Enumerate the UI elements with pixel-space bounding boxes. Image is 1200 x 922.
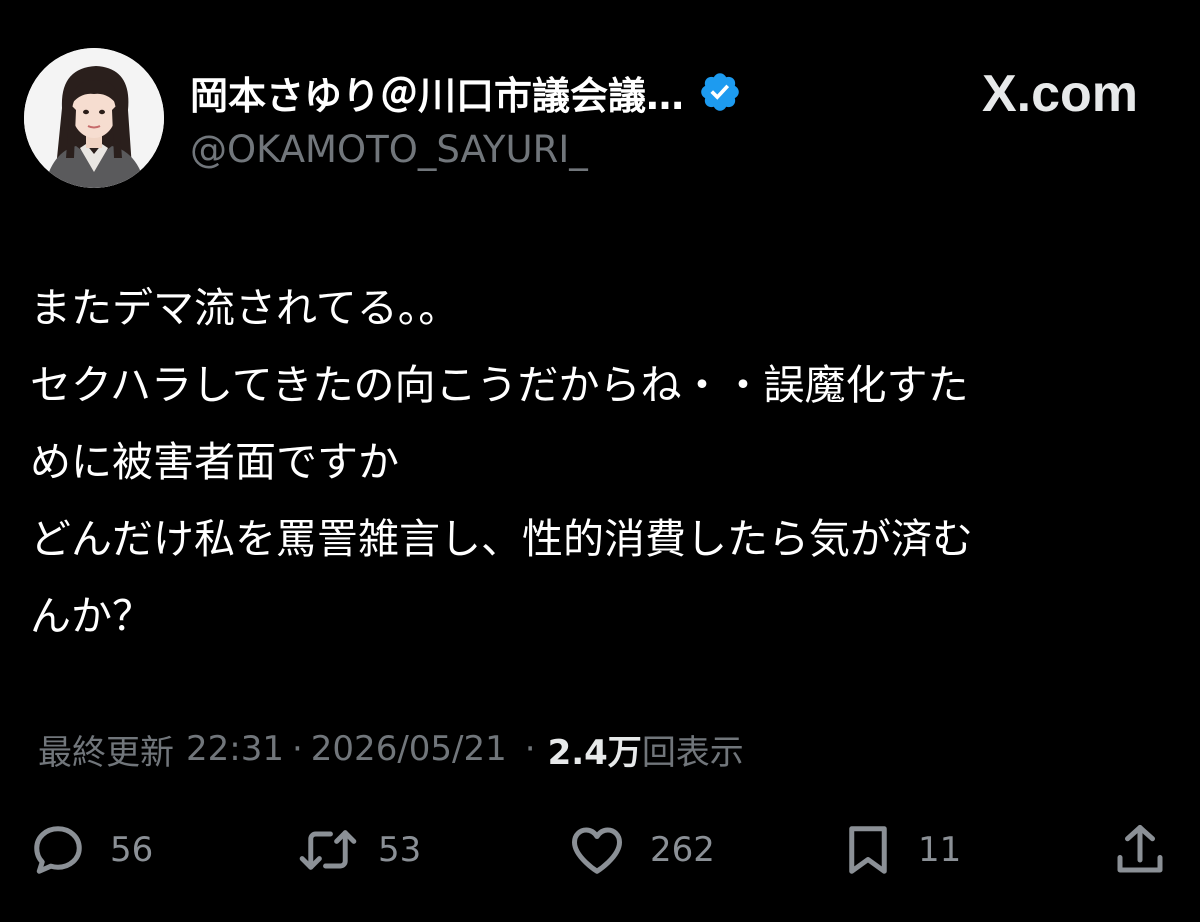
share-upload-icon <box>1110 820 1170 880</box>
share-button[interactable] <box>1110 818 1170 882</box>
site-label: X.com <box>981 65 1138 123</box>
bookmark-button[interactable]: 11 <box>838 818 961 882</box>
post-screenshot: 岡本さゆり＠川口市議会議… @OKAMOTO_SAYURI_ X.com またデ… <box>0 0 1200 922</box>
post-text-line: どんだけ私を罵詈雑言し、性的消費したら気が済む <box>30 515 973 563</box>
verified-badge-icon[interactable] <box>698 70 742 114</box>
like-count: 262 <box>650 830 715 870</box>
display-name-row: 岡本さゆり＠川口市議会議… <box>190 62 742 122</box>
separator-dot: · <box>291 729 303 769</box>
display-name[interactable]: 岡本さゆり＠川口市議会議… <box>190 65 684 120</box>
speech-bubble-icon <box>28 820 88 880</box>
views-label: 回表示 <box>641 732 744 773</box>
post-text-line: めに被害者面ですか <box>30 438 399 486</box>
reply-button[interactable]: 56 <box>28 818 153 882</box>
bookmark-count: 11 <box>918 830 962 870</box>
avatar[interactable] <box>24 48 164 188</box>
repost-count: 53 <box>378 830 422 870</box>
separator-dot: · <box>524 729 536 769</box>
post-date[interactable]: 2026/05/21 <box>311 729 507 769</box>
last-updated-label: 最終更新 <box>38 732 174 773</box>
repost-arrows-icon <box>296 820 360 880</box>
reply-count: 56 <box>110 830 154 870</box>
avatar-image <box>24 48 164 188</box>
like-button[interactable]: 262 <box>566 818 715 882</box>
user-handle[interactable]: @OKAMOTO_SAYURI_ <box>190 128 588 171</box>
post-text: またデマ流されてる。。 セクハラしてきたの向こうだからね・・誤魔化すた めに被害… <box>30 270 1180 655</box>
action-bar: 56 53 262 11 <box>0 818 1200 882</box>
post-time[interactable]: 22:31 <box>186 729 284 769</box>
bookmark-icon <box>838 820 898 880</box>
post-text-line: またデマ流されてる。。 <box>30 284 460 332</box>
heart-icon <box>566 820 628 880</box>
post-text-line: んか？ <box>30 592 153 640</box>
post-metadata: 最終更新 22:31 · 2026/05/21 · 2.4万 回表示 <box>38 722 744 776</box>
views-count[interactable]: 2.4万 <box>548 725 642 774</box>
post-text-line: セクハラしてきたの向こうだからね・・誤魔化すた <box>30 361 969 409</box>
repost-button[interactable]: 53 <box>296 818 421 882</box>
